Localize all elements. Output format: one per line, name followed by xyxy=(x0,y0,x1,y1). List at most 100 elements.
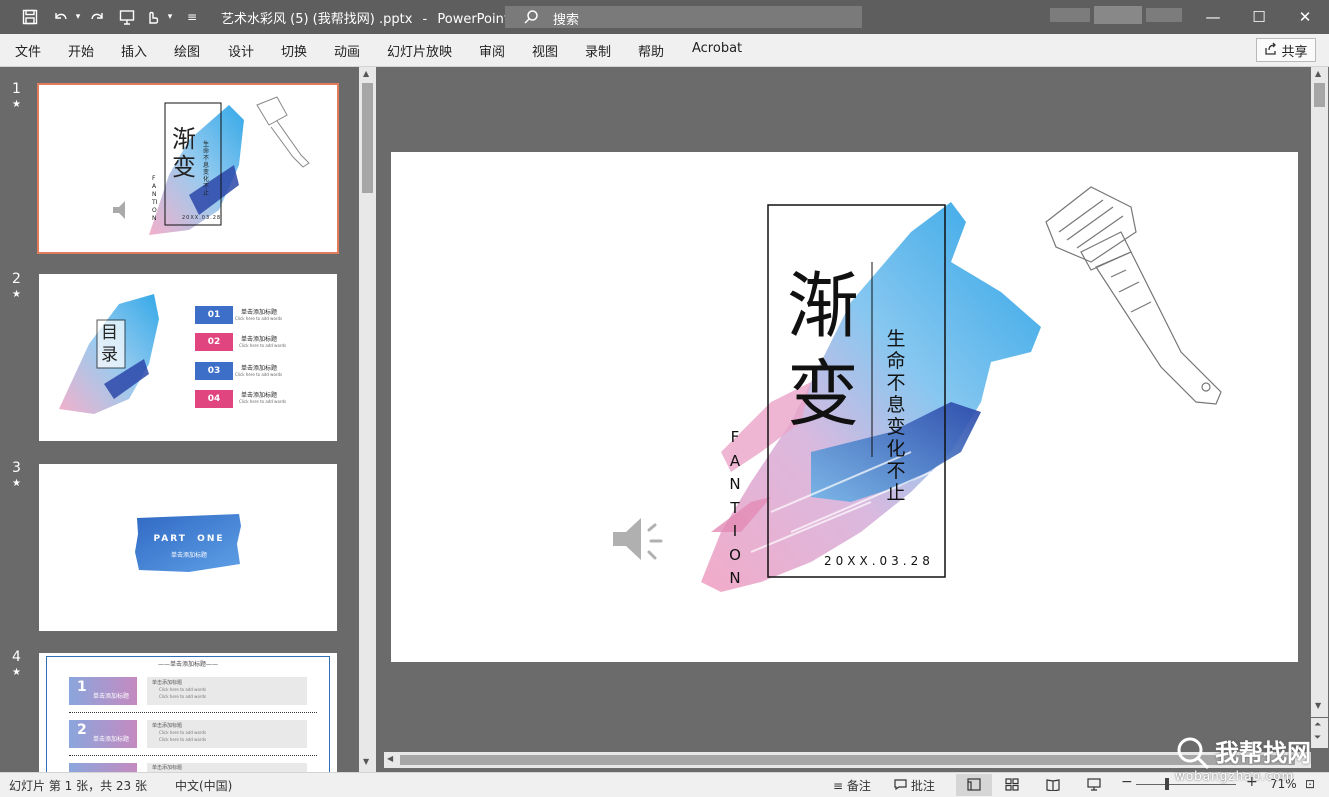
slide-thumbnail-3[interactable]: PART ONE 单击添加标题 xyxy=(39,464,337,631)
thumbnail-scrollbar[interactable]: ▲ ▼ xyxy=(359,67,376,772)
letter: T xyxy=(730,498,740,517)
close-button[interactable]: ✕ xyxy=(1282,2,1328,32)
scroll-left-icon[interactable]: ◀ xyxy=(387,754,393,763)
scrollbar-thumb[interactable] xyxy=(1314,83,1325,107)
thumbnail-number: 2 xyxy=(12,271,21,287)
tab-record[interactable]: 录制 xyxy=(585,41,611,60)
thumb4-row-line: Click here to add words xyxy=(159,687,207,692)
subtitle-char: 止 xyxy=(886,482,906,504)
scrollbar-thumb[interactable] xyxy=(400,755,1295,765)
watermark: 我帮找网 wobangzhao.com xyxy=(1175,733,1325,789)
app-name: PowerPoint xyxy=(437,12,509,27)
thumb2-item-label: 单击添加标题 xyxy=(241,392,278,399)
thumb4-row-label: 单击添加标题 xyxy=(93,693,130,700)
search-box[interactable]: 搜索 xyxy=(505,6,862,28)
watermark-url: wobangzhao.com xyxy=(1175,769,1295,783)
scroll-up-icon[interactable]: ▲ xyxy=(363,69,369,78)
tab-file[interactable]: 文件 xyxy=(15,41,41,60)
animation-star-icon: ★ xyxy=(12,667,21,678)
thumb2-item-sub: Click here to add words xyxy=(235,316,283,321)
file-name: 艺术水彩风 (5) (我帮找网) .pptx xyxy=(221,12,413,27)
customize-toolbar-icon[interactable]: ≡ xyxy=(182,7,202,27)
scroll-down-icon[interactable]: ▼ xyxy=(363,757,369,766)
touch-dropdown-icon[interactable]: ▾ xyxy=(160,7,180,27)
subtitle-char: 不 xyxy=(886,460,906,482)
share-button[interactable]: 共享 xyxy=(1256,38,1316,62)
subtitle-char: 生 xyxy=(886,328,906,350)
vertical-scrollbar[interactable]: ▲ ▼ xyxy=(1311,67,1328,717)
share-label: 共享 xyxy=(1281,44,1308,60)
user-account[interactable] xyxy=(1050,6,1185,26)
slide-letters[interactable]: F A N T I O N xyxy=(727,426,743,591)
thumb3-title: PART ONE xyxy=(153,534,225,544)
undo-dropdown-icon[interactable]: ▾ xyxy=(68,7,88,27)
thumb2-title: 目录 xyxy=(101,323,118,365)
tab-review[interactable]: 审阅 xyxy=(479,41,505,60)
zoom-slider-handle[interactable] xyxy=(1165,778,1169,790)
letter: F xyxy=(730,428,740,446)
title-separator: - xyxy=(422,12,428,27)
subtitle-char: 不 xyxy=(886,372,906,394)
tab-slideshow[interactable]: 幻灯片放映 xyxy=(387,41,452,60)
letter: A xyxy=(729,451,741,470)
tab-transitions[interactable]: 切换 xyxy=(281,41,307,60)
thumb1-letters: FANTION xyxy=(152,175,158,222)
tab-acrobat[interactable]: Acrobat xyxy=(692,41,742,56)
title-bar: ▾ ▾ ≡ 艺术水彩风 (5) (我帮找网) .pptx - PowerPoin… xyxy=(0,0,1329,34)
slide-title-char: 变 xyxy=(787,352,860,436)
tab-draw[interactable]: 绘图 xyxy=(174,41,200,60)
thumb2-item-num: 04 xyxy=(195,390,233,408)
subtitle-char: 化 xyxy=(886,438,906,460)
scroll-down-icon[interactable]: ▼ xyxy=(1315,701,1321,710)
touch-mode-icon[interactable] xyxy=(142,7,162,27)
slide-title[interactable]: 渐 变 xyxy=(787,262,867,438)
reading-view-icon[interactable] xyxy=(1046,778,1060,794)
thumb2-item-num: 03 xyxy=(195,362,233,380)
slide-thumbnail-pane[interactable]: 1 ★ 渐变 生命不息变化不止 FANTION 20XX.03.28 2 ★ 目… xyxy=(0,67,376,772)
main-slide[interactable]: 渐 变 生 命 不 息 变 化 不 止 F A N T I O N 20XX.0… xyxy=(391,152,1298,662)
thumb1-subtitle: 生命不息变化不止 xyxy=(203,141,210,197)
scroll-up-icon[interactable]: ▲ xyxy=(1315,69,1321,78)
minimize-button[interactable]: — xyxy=(1190,2,1236,32)
subtitle-char: 变 xyxy=(886,416,906,438)
share-icon xyxy=(1264,42,1277,59)
thumb1-date: 20XX.03.28 xyxy=(182,215,222,221)
animation-star-icon: ★ xyxy=(12,478,21,489)
redo-icon[interactable] xyxy=(88,7,108,27)
tab-help[interactable]: 帮助 xyxy=(638,41,664,60)
undo-icon[interactable] xyxy=(50,7,70,27)
comments-button[interactable]: 批注 xyxy=(894,777,935,794)
maximize-button[interactable]: ☐ xyxy=(1236,2,1282,32)
normal-view-button[interactable] xyxy=(956,774,992,796)
previous-slide-icon[interactable]: ⏶ xyxy=(1314,720,1321,730)
audio-icon[interactable] xyxy=(609,514,665,564)
slide-thumbnail-2[interactable]: 目录 01 单击添加标题 Click here to add words 02 … xyxy=(39,274,337,441)
thumbnail-number: 1 xyxy=(12,81,21,97)
thumb2-item-sub: Click here to add words xyxy=(239,399,287,404)
language-indicator[interactable]: 中文(中国) xyxy=(175,777,232,794)
thumb4-header: ——单击添加标题—— xyxy=(157,661,218,668)
thumb4-row-title: 单击添加标题 xyxy=(152,723,183,729)
thumbnail-number: 3 xyxy=(12,460,21,476)
present-from-start-icon[interactable] xyxy=(117,7,137,27)
scrollbar-thumb[interactable] xyxy=(362,83,373,193)
slide-thumbnail-1[interactable]: 渐变 生命不息变化不止 FANTION 20XX.03.28 xyxy=(37,83,339,254)
ribbon-tabs: 文件 开始 插入 绘图 设计 切换 动画 幻灯片放映 审阅 视图 录制 帮助 A… xyxy=(0,34,1329,67)
slide-sorter-icon[interactable] xyxy=(1005,778,1019,794)
tab-view[interactable]: 视图 xyxy=(532,41,558,60)
save-icon[interactable] xyxy=(20,7,40,27)
slide-date[interactable]: 20XX.03.28 xyxy=(824,554,934,568)
slide-vertical-subtitle[interactable]: 生 命 不 息 变 化 不 止 xyxy=(884,328,908,504)
notes-button[interactable]: ≡ 备注 xyxy=(833,777,871,794)
slideshow-icon[interactable] xyxy=(1087,778,1101,794)
tab-animations[interactable]: 动画 xyxy=(334,41,360,60)
tab-insert[interactable]: 插入 xyxy=(121,41,147,60)
zoom-out-button[interactable]: − xyxy=(1121,774,1133,790)
horizontal-scrollbar[interactable]: ◀ xyxy=(384,752,1311,768)
thumb4-row-line: Click here to add words xyxy=(159,730,207,735)
thumb2-item-sub: Click here to add words xyxy=(235,372,283,377)
thumb2-item-num: 02 xyxy=(195,333,233,351)
slide-thumbnail-4[interactable]: ——单击添加标题—— 1 单击添加标题 单击添加标题 Click here to… xyxy=(39,653,337,772)
tab-design[interactable]: 设计 xyxy=(228,41,254,60)
tab-home[interactable]: 开始 xyxy=(68,41,94,60)
